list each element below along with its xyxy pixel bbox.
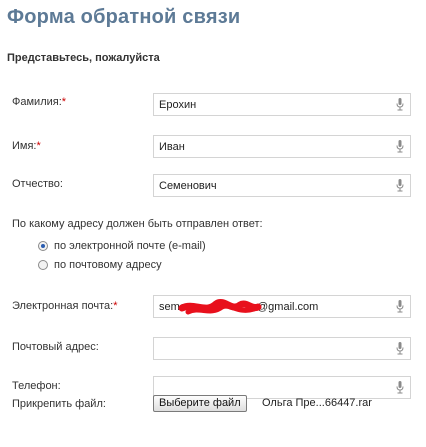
microphone-icon[interactable] — [396, 140, 404, 153]
attach-file-label: Прикрепить файл: — [12, 398, 106, 410]
patronymic-label: Отчество: — [12, 178, 63, 190]
firstname-label: Имя:* — [12, 140, 41, 152]
lastname-field[interactable]: Ерохин — [153, 93, 411, 116]
email-label: Электронная почта:* — [12, 300, 118, 312]
choose-file-button[interactable]: Выберите файл — [153, 395, 247, 412]
microphone-icon[interactable] — [396, 179, 404, 192]
lastname-value: Ерохин — [159, 99, 197, 111]
radio-postal[interactable] — [38, 260, 48, 270]
radio-email[interactable] — [38, 241, 48, 251]
redaction-scribble — [178, 299, 262, 315]
lastname-label: Фамилия:* — [12, 96, 67, 108]
email-value-end: @gmail.com — [257, 301, 319, 313]
firstname-field[interactable]: Иван — [153, 135, 411, 158]
firstname-value: Иван — [159, 141, 185, 153]
microphone-icon[interactable] — [396, 381, 404, 394]
form-subtitle: Представьтесь, пожалуйста — [7, 52, 160, 64]
email-field[interactable]: seme @gmail.com — [153, 295, 411, 318]
radio-email-label: по электронной почте (e-mail) — [54, 240, 206, 252]
patronymic-field[interactable]: Семенович — [153, 174, 411, 197]
required-mark: * — [113, 300, 118, 312]
page-title: Форма обратной связи — [7, 6, 241, 28]
radio-postal-label: по почтовому адресу — [54, 259, 162, 271]
postal-address-label: Почтовый адрес: — [12, 341, 99, 353]
microphone-icon[interactable] — [396, 342, 404, 355]
postal-address-field[interactable] — [153, 337, 411, 360]
microphone-icon[interactable] — [396, 300, 404, 313]
required-mark: * — [61, 96, 67, 108]
reply-address-question: По какому адресу должен быть отправлен о… — [12, 218, 263, 230]
phone-label: Телефон: — [12, 380, 61, 392]
patronymic-value: Семенович — [159, 180, 217, 192]
microphone-icon[interactable] — [396, 98, 404, 111]
attached-file-name: Ольга Пре...66447.rar — [262, 397, 372, 409]
required-mark: * — [36, 140, 41, 152]
